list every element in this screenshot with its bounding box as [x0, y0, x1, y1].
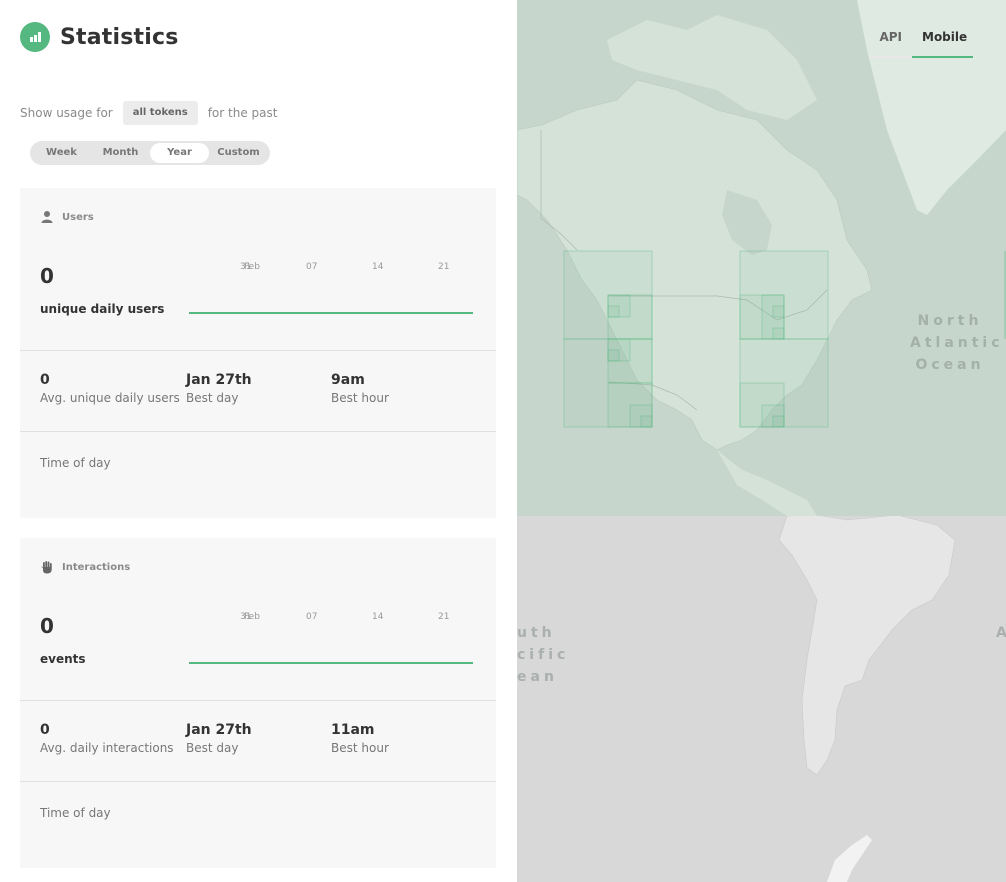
- interactions-card: Interactions 0 events 31 Feb 07 14 21 0 …: [20, 538, 496, 868]
- divider: [20, 700, 496, 701]
- ocean-label-line: North: [917, 313, 983, 329]
- stat-value: 9am: [331, 372, 365, 388]
- interactions-card-title: Interactions: [62, 561, 131, 573]
- label-north-atlantic: North Atlantic Ocean: [910, 310, 1004, 376]
- page-title: Statistics: [60, 24, 179, 50]
- time-of-day-label: Time of day: [40, 456, 111, 470]
- users-total-label: unique daily users: [40, 302, 165, 316]
- interactions-sparkline: 31 Feb 07 14 21: [189, 610, 473, 670]
- stat-best-hour: 11am Best hour: [331, 722, 389, 755]
- range-month[interactable]: Month: [91, 143, 150, 163]
- users-total: 0: [40, 264, 54, 288]
- users-card: Users 0 unique daily users 31 Feb 07 14 …: [20, 188, 496, 518]
- statistics-panel: Statistics Show usage for all tokens for…: [0, 0, 517, 882]
- range-week[interactable]: Week: [32, 143, 91, 163]
- tab-mobile[interactable]: Mobile: [912, 28, 973, 58]
- sparkline-line: [189, 312, 473, 314]
- usage-filter: Show usage for all tokens for the past: [20, 101, 277, 125]
- chart-tick: 07: [306, 262, 318, 272]
- hand-icon: [40, 561, 52, 574]
- show-usage-label: Show usage for: [20, 106, 113, 120]
- interactions-total: 0: [40, 614, 54, 638]
- users-card-header: Users: [40, 210, 94, 224]
- time-of-day-label: Time of day: [40, 806, 111, 820]
- chart-tick: 21: [438, 262, 450, 272]
- chart-tick: 07: [306, 612, 318, 622]
- stat-value: Jan 27th: [186, 722, 252, 738]
- ocean-label-line: cific: [517, 647, 570, 663]
- tab-api[interactable]: API: [869, 28, 912, 58]
- map-canvas[interactable]: [517, 0, 1006, 882]
- divider: [20, 431, 496, 432]
- stat-best-hour: 9am Best hour: [331, 372, 389, 405]
- page-header: Statistics: [20, 22, 179, 52]
- stat-value: 0: [40, 722, 50, 738]
- divider: [20, 781, 496, 782]
- chart-tick: 21: [438, 612, 450, 622]
- stat-avg: 0 Avg. unique daily users: [40, 372, 180, 405]
- interactions-total-label: events: [40, 652, 86, 666]
- stat-label: Best hour: [331, 391, 389, 405]
- user-icon: [41, 211, 53, 223]
- ocean-label-line: uth: [517, 625, 556, 641]
- chart-tick: 14: [372, 612, 384, 622]
- sparkline-line: [189, 662, 473, 664]
- stat-value: 11am: [331, 722, 375, 738]
- chart-tick: Feb: [244, 262, 260, 272]
- users-card-title: Users: [62, 211, 94, 223]
- token-selector-button[interactable]: all tokens: [122, 101, 198, 125]
- chart-tick: Feb: [244, 612, 260, 622]
- stat-value: Jan 27th: [186, 372, 252, 388]
- stat-value: 0: [40, 372, 50, 388]
- label-atlantic-partial: A: [996, 625, 1006, 641]
- stat-label: Best day: [186, 741, 239, 755]
- stat-best-day: Jan 27th Best day: [186, 372, 252, 405]
- map-tabs: API Mobile: [869, 28, 973, 58]
- ocean-label-line: Atlantic: [910, 335, 1004, 351]
- ocean-label-line: Ocean: [915, 357, 985, 373]
- stat-avg: 0 Avg. daily interactions: [40, 722, 174, 755]
- stat-best-day: Jan 27th Best day: [186, 722, 252, 755]
- chart-tick: 14: [372, 262, 384, 272]
- for-the-past-label: for the past: [207, 106, 278, 120]
- users-sparkline: 31 Feb 07 14 21: [189, 260, 473, 320]
- divider: [20, 350, 496, 351]
- range-custom[interactable]: Custom: [209, 143, 268, 163]
- stat-label: Avg. daily interactions: [40, 741, 174, 755]
- coverage-tiles-west: [563, 250, 653, 428]
- usage-map[interactable]: API Mobile North Atlantic Ocean uth cifi…: [517, 0, 1006, 882]
- stat-label: Avg. unique daily users: [40, 391, 180, 405]
- stat-label: Best day: [186, 391, 239, 405]
- coverage-tiles-east: [739, 250, 829, 428]
- ocean-label-line: ean: [517, 669, 558, 685]
- range-toggle: Week Month Year Custom: [30, 141, 270, 165]
- stat-label: Best hour: [331, 741, 389, 755]
- bar-chart-icon: [20, 22, 50, 52]
- interactions-card-header: Interactions: [40, 560, 130, 574]
- label-south-pacific: uth cific ean: [517, 622, 569, 688]
- range-year[interactable]: Year: [150, 143, 209, 163]
